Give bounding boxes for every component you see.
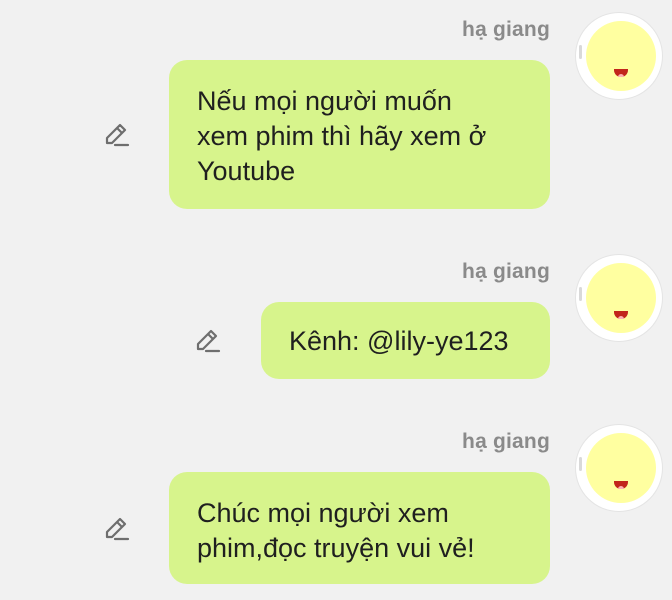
message-text-line: phim,đọc truyện vui vẻ! <box>197 533 475 563</box>
message-row: hạ giang Chúc mọi người xem phim,đọc tru… <box>0 0 672 600</box>
pencil-icon[interactable] <box>102 514 130 542</box>
sender-name: hạ giang <box>462 430 550 453</box>
message-bubble[interactable]: Chúc mọi người xem phim,đọc truyện vui v… <box>169 472 550 584</box>
message-text-line: Chúc mọi người xem <box>197 498 449 528</box>
smiley-avatar-icon[interactable] <box>576 425 662 511</box>
